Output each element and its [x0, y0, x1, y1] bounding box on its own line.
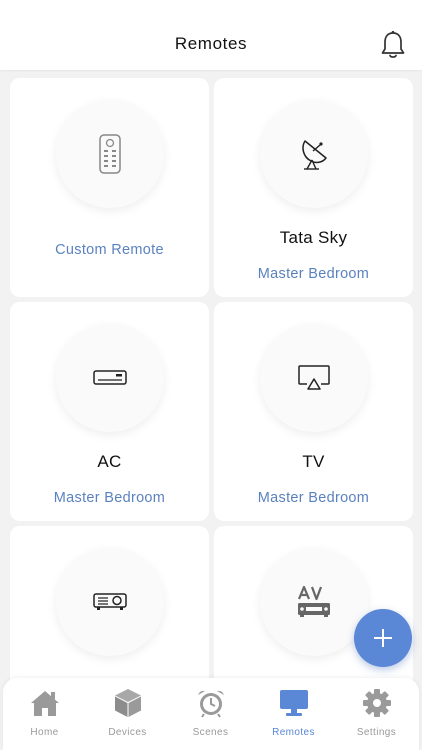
bottom-tab-bar: Home Devices Scenes Remotes Settings: [3, 678, 419, 750]
remote-room: Custom Remote: [55, 242, 164, 258]
home-icon: [30, 688, 60, 718]
airplay-tv-icon: [260, 324, 368, 432]
remote-name: Tata Sky: [279, 228, 348, 247]
tab-label: Settings: [356, 727, 397, 738]
remote-room: Master Bedroom: [53, 490, 166, 506]
remote-card-tv[interactable]: TV Master Bedroom: [214, 302, 413, 521]
notification-bell-icon[interactable]: [380, 30, 406, 60]
tab-scenes[interactable]: Scenes: [169, 688, 252, 746]
remote-room: Master Bedroom: [257, 266, 370, 282]
remote-room: Master Bedroom: [257, 490, 370, 506]
tab-devices[interactable]: Devices: [86, 688, 169, 746]
remote-name: AC: [97, 452, 122, 471]
satellite-dish-icon: [260, 100, 368, 208]
plus-icon: [374, 629, 392, 647]
remote-card-ac[interactable]: AC Master Bedroom: [10, 302, 209, 521]
tab-label: Devices: [108, 727, 147, 738]
remote-icon: [56, 100, 164, 208]
remote-card-tata-sky[interactable]: Tata Sky Master Bedroom: [214, 78, 413, 297]
av-receiver-icon: [260, 548, 368, 656]
tab-remotes[interactable]: Remotes: [252, 688, 335, 746]
tab-label: Home: [30, 727, 59, 738]
alarm-clock-icon: [196, 688, 226, 718]
page-title: Remotes: [174, 34, 248, 53]
devices-cube-icon: [113, 688, 143, 718]
header: Remotes: [0, 0, 422, 70]
gear-icon: [362, 688, 392, 718]
remote-card-custom[interactable]: Custom Remote: [10, 78, 209, 297]
tab-label: Remotes: [272, 727, 315, 738]
tab-home[interactable]: Home: [3, 688, 86, 746]
projector-icon: [56, 548, 164, 656]
tab-settings[interactable]: Settings: [335, 688, 418, 746]
monitor-icon: [279, 688, 309, 718]
remote-name: TV: [302, 452, 325, 471]
air-conditioner-icon: [56, 324, 164, 432]
tab-label: Scenes: [192, 727, 229, 738]
add-remote-button[interactable]: [354, 609, 412, 667]
